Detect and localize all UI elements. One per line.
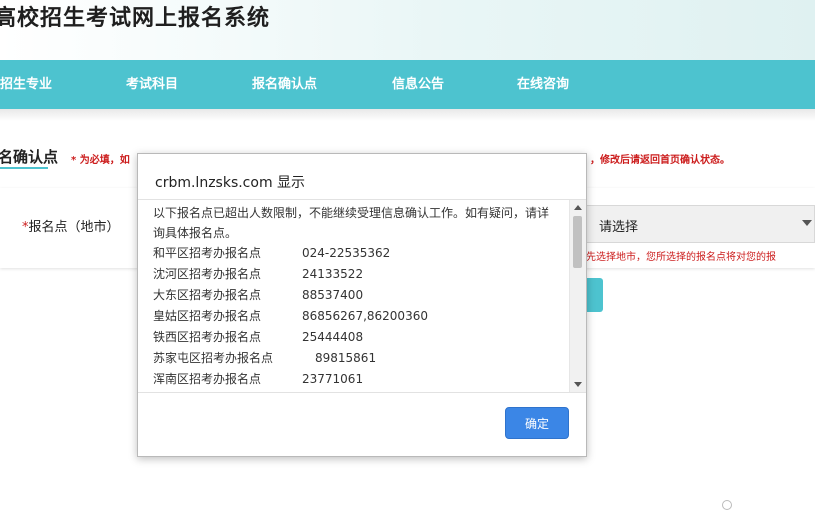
office-phone: 86856267,86200360 — [302, 309, 428, 323]
office-phone: 88537400 — [302, 288, 364, 302]
submit-button[interactable] — [586, 278, 603, 312]
office-row: 铁西区招考办报名点 25444408 — [153, 327, 363, 347]
office-name: 和平区招考办报名点 — [153, 246, 262, 260]
dialog-message: 以下报名点已超出人数限制，不能继续受理信息确认工作。如有疑问，请详询具体报名点。 — [153, 206, 550, 240]
field-label-location: *报名点（地市） — [22, 216, 120, 235]
select-hint: 先选择地市，您所选择的报名点将对您的报 — [586, 252, 776, 263]
office-name: 浑南区招考办报名点 — [153, 372, 262, 386]
nav-item-consult[interactable]: 在线咨询 — [517, 60, 569, 109]
office-name: 沈河区招考办报名点 — [153, 267, 262, 281]
nav-item-subjects[interactable]: 考试科目 — [126, 60, 178, 109]
office-row: 沈河区招考办报名点 24133522 — [153, 264, 363, 284]
ok-button[interactable]: 确定 — [505, 407, 569, 439]
office-phone: 89815861 — [315, 351, 377, 365]
office-row: 皇姑区招考办报名点 86856267,86200360 — [153, 306, 428, 326]
location-select[interactable]: 请选择 — [586, 205, 815, 243]
office-row: 苏家屯区招考办报名点 89815861 — [153, 348, 376, 368]
select-value: 请选择 — [599, 220, 639, 235]
scroll-down-icon[interactable] — [574, 382, 582, 387]
required-note-right: ，修改后请返回首页确认状态。 — [590, 155, 730, 166]
watermark-icon — [722, 500, 732, 510]
office-row: 和平区招考办报名点 024-22535362 — [153, 243, 390, 263]
office-row: 大东区招考办报名点 88537400 — [153, 285, 363, 305]
office-row: 浑南区招考办报名点 23771061 — [153, 369, 363, 389]
dialog-title: crbm.lnzsks.com 显示 — [155, 175, 306, 191]
nav-item-announcements[interactable]: 信息公告 — [392, 60, 444, 109]
header: 高校招生考试网上报名系统 — [0, 0, 815, 60]
dialog-body[interactable]: 以下报名点已超出人数限制，不能继续受理信息确认工作。如有疑问，请详询具体报名点。… — [138, 199, 586, 393]
scroll-up-icon[interactable] — [574, 205, 582, 210]
main-nav: 招生专业 考试科目 报名确认点 信息公告 在线咨询 — [0, 60, 815, 109]
dialog-scrollbar[interactable] — [569, 200, 586, 392]
field-label-text: 报名点（地市） — [28, 220, 120, 235]
office-phone: 024-22535362 — [302, 246, 391, 260]
chevron-down-icon — [802, 220, 812, 226]
office-name: 大东区招考办报名点 — [153, 288, 262, 302]
office-phone: 23771061 — [302, 372, 364, 386]
required-note-left: * 为必填，如 — [71, 155, 130, 166]
office-name: 苏家屯区招考办报名点 — [153, 351, 274, 365]
scroll-thumb[interactable] — [573, 216, 582, 268]
nav-shadow — [0, 109, 815, 121]
office-name: 铁西区招考办报名点 — [153, 330, 262, 344]
office-phone: 24133522 — [302, 267, 364, 281]
section-title: 名确认点 — [0, 148, 59, 166]
nav-item-confirm-points[interactable]: 报名确认点 — [252, 60, 317, 109]
site-title: 高校招生考试网上报名系统 — [0, 6, 271, 31]
nav-item-majors[interactable]: 招生专业 — [0, 60, 52, 109]
section-underline — [0, 167, 48, 169]
office-name: 皇姑区招考办报名点 — [153, 309, 262, 323]
alert-dialog: crbm.lnzsks.com 显示 以下报名点已超出人数限制，不能继续受理信息… — [137, 153, 587, 457]
office-phone: 25444408 — [302, 330, 364, 344]
